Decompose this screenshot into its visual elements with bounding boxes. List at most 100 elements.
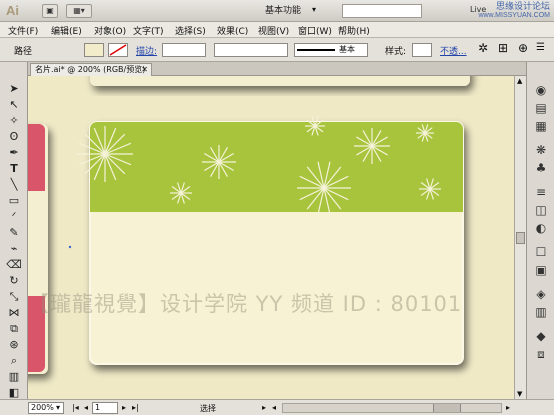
appearance-panel-icon[interactable]: ☐ (532, 244, 550, 260)
menu-bar: 文件(F) 编辑(E) 对象(O) 文字(T) 选择(S) 效果(C) 视图(V… (0, 22, 554, 38)
canvas-area[interactable]: 【瓏龍視覺】设计学院 YY 频道 ID : 80101 (28, 76, 514, 399)
last-artboard-icon[interactable]: ▸| (132, 403, 139, 412)
artboard (28, 76, 514, 399)
eraser-tool-icon[interactable]: ⌫ (5, 258, 23, 272)
pencil-tool-icon[interactable]: ✎ (5, 226, 23, 240)
menu-object[interactable]: 对象(O) (94, 24, 126, 37)
selection-tool-icon[interactable]: ➤ (5, 82, 23, 96)
card-top-partial[interactable] (90, 76, 470, 86)
pathfinder-panel-icon[interactable]: ◆ (532, 328, 550, 344)
direct-selection-tool-icon[interactable]: ↖ (5, 98, 23, 112)
control-menu-icon[interactable]: ☰ (536, 42, 545, 53)
rotate-tool-icon[interactable]: ↻ (5, 274, 23, 288)
watermark-line2: www.MISSYUAN.COM (478, 12, 550, 19)
card-green-header (90, 122, 463, 212)
brush-style-label: 基本 (339, 45, 355, 54)
magic-wand-tool-icon[interactable]: ✧ (5, 114, 23, 128)
selection-type-label: 路径 (14, 47, 33, 57)
transparency-panel-icon[interactable]: ◐ (532, 220, 550, 236)
hscroll-right-icon[interactable]: ▸ (506, 403, 510, 412)
brushes-panel-icon[interactable]: ❋ (532, 142, 550, 158)
arrange-documents-icon[interactable]: ▦▾ (66, 4, 92, 18)
stroke-swatch[interactable] (108, 43, 128, 57)
menu-window[interactable]: 窗口(W) (298, 24, 332, 37)
menu-effect[interactable]: 效果(C) (217, 24, 248, 37)
scale-tool-icon[interactable]: ⤡ (5, 290, 23, 304)
gradient-tool-icon[interactable]: ◧ (5, 386, 23, 400)
rectangle-tool-icon[interactable]: ▭ (5, 194, 23, 208)
artboard-number-field[interactable]: 1 (92, 402, 118, 414)
gradient-panel-icon[interactable]: ◫ (532, 202, 550, 218)
recolor-icon[interactable]: ✲ (478, 41, 488, 55)
prev-artboard-icon[interactable]: ◂ (84, 403, 88, 412)
zoom-dropdown-icon[interactable]: ▾ (56, 403, 60, 412)
close-tab-icon[interactable]: ✕ (141, 64, 148, 76)
horizontal-scrollbar[interactable] (282, 403, 502, 413)
current-tool-status[interactable]: 选择 (200, 403, 216, 414)
document-tab[interactable]: 名片.ai* @ 200% (RGB/预览) ✕ (30, 63, 152, 76)
menu-type[interactable]: 文字(T) (133, 24, 164, 37)
vertical-scrollbar[interactable]: ▲ ▼ (514, 76, 526, 399)
card-left-partial[interactable] (28, 124, 48, 374)
pen-tool-icon[interactable]: ✒ (5, 146, 23, 160)
opacity-label[interactable]: 不透... (440, 44, 467, 57)
brush-definition[interactable]: 基本 (294, 43, 368, 57)
title-bar: Ai ▣ ▦▾ 基本功能 ▾ Live 思缘设计论坛 www.MISSYUAN.… (0, 0, 554, 22)
first-artboard-icon[interactable]: |◂ (72, 403, 79, 412)
type-tool-icon[interactable]: T (5, 162, 23, 176)
shape-builder-tool-icon[interactable]: ⊛ (5, 338, 23, 352)
color-guide-icon[interactable]: ▤ (532, 100, 550, 116)
graph-tool-icon[interactable]: ▥ (5, 370, 23, 384)
symbols-panel-icon[interactable]: ♣ (532, 160, 550, 176)
search-input[interactable] (342, 4, 422, 18)
graphic-styles-panel-icon[interactable]: ▣ (532, 262, 550, 278)
free-transform-tool-icon[interactable]: ⧉ (5, 322, 23, 336)
graphic-style-label: 样式: (385, 47, 407, 57)
swatches-panel-icon[interactable]: ▦ (532, 118, 550, 134)
menu-select[interactable]: 选择(S) (175, 24, 206, 37)
line-tool-icon[interactable]: ╲ (5, 178, 23, 192)
forum-watermark: 思缘设计论坛 www.MISSYUAN.COM (478, 2, 550, 20)
menu-file[interactable]: 文件(F) (8, 24, 38, 37)
tools-panel: ➤ ↖ ✧ ʘ ✒ T ╲ ▭ ᐟ ✎ ⌁ ⌫ ↻ ⤡ ⋈ ⧉ ⊛ ⌕ ▥ ◧ (0, 62, 28, 400)
layers-panel-icon[interactable]: ◈ (532, 286, 550, 302)
hscroll-thumb[interactable] (433, 404, 461, 412)
lasso-tool-icon[interactable]: ʘ (5, 130, 23, 144)
graphic-style-swatch[interactable] (412, 43, 432, 57)
menu-help[interactable]: 帮助(H) (338, 24, 370, 37)
paintbrush-tool-icon[interactable]: ᐟ (5, 210, 23, 224)
fill-swatch[interactable] (84, 43, 104, 57)
hscroll-left-icon[interactable]: ◂ (272, 403, 276, 412)
menu-view[interactable]: 视图(V) (258, 24, 289, 37)
stroke-weight-field[interactable] (162, 43, 206, 57)
transform-icon[interactable]: ⊕ (518, 41, 528, 55)
status-bar: 200% ▾ |◂ ◂ 1 ▸ ▸| 选择 ▸ ◂ ▸ (0, 399, 554, 415)
panel-dock: ◉ ▤ ▦ ❋ ♣ ≡ ◫ ◐ ☐ ▣ ◈ ▥ ◆ ⧈ (526, 62, 554, 400)
zoom-value: 200% (31, 403, 54, 412)
document-tab-title: 名片.ai* @ 200% (RGB/预览) (35, 65, 146, 74)
app-logo: Ai (6, 3, 19, 18)
stroke-label[interactable]: 描边: (136, 44, 157, 57)
align-icon[interactable]: ⊞ (498, 41, 508, 55)
scroll-thumb[interactable] (516, 232, 525, 244)
next-artboard-icon[interactable]: ▸ (122, 403, 126, 412)
anchor-point (68, 245, 72, 249)
scroll-up-icon[interactable]: ▲ (517, 77, 522, 85)
menu-edit[interactable]: 编辑(E) (51, 24, 82, 37)
eyedropper-tool-icon[interactable]: ⌕ (5, 354, 23, 368)
align-panel-icon[interactable]: ⧈ (532, 346, 550, 362)
scroll-down-icon[interactable]: ▼ (517, 390, 522, 398)
starburst-icon (77, 126, 133, 182)
status-menu-icon[interactable]: ▸ (262, 403, 266, 412)
artboards-panel-icon[interactable]: ▥ (532, 304, 550, 320)
stroke-panel-icon[interactable]: ≡ (532, 184, 550, 200)
bridge-icon[interactable]: ▣ (42, 4, 58, 18)
width-tool-icon[interactable]: ⋈ (5, 306, 23, 320)
workspace-chevron-icon[interactable]: ▾ (312, 5, 316, 14)
document-tab-bar: 名片.ai* @ 200% (RGB/预览) ✕ (28, 62, 526, 76)
variable-width-profile[interactable] (214, 43, 288, 57)
color-panel-icon[interactable]: ◉ (532, 82, 550, 98)
watermark-line1: 思缘设计论坛 (495, 1, 550, 11)
blob-brush-tool-icon[interactable]: ⌁ (5, 242, 23, 256)
control-bar: 路径 描边: 基本 样式: 不透... ✲ ⊞ ⊕ ☰ (0, 38, 554, 62)
